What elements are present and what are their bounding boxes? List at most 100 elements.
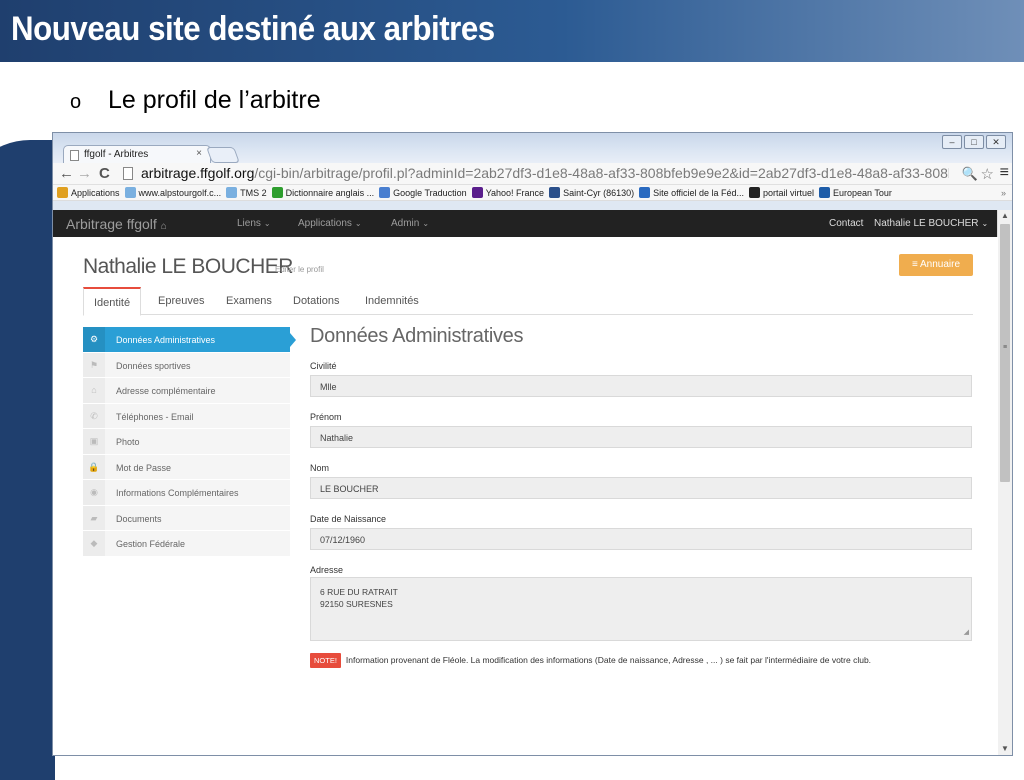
bookmark-label: portail virtuel <box>762 187 815 198</box>
sidebar-item-label: Mot de Passe <box>116 462 172 473</box>
sidebar-item-icon: ⚑ <box>83 352 105 377</box>
tab-indemnites[interactable]: Indemnités <box>365 295 419 307</box>
sidebar-item-icon: 🔒 <box>83 454 105 479</box>
window-controls: – □ ✕ <box>942 135 1006 149</box>
tab-epreuves[interactable]: Epreuves <box>158 295 204 307</box>
tab-dotations[interactable]: Dotations <box>293 295 339 307</box>
nom-label: Nom <box>310 463 330 473</box>
address-bar[interactable]: arbitrage.ffgolf.org/cgi-bin/arbitrage/p… <box>141 165 949 181</box>
bookmark-favicon-icon <box>639 187 651 198</box>
scrollbar-grip-icon: ≡ <box>1003 344 1008 351</box>
bookmark-favicon-icon <box>57 187 68 198</box>
bookmark-item[interactable]: Google Traduction <box>379 187 467 198</box>
bookmark-item[interactable]: European Tour <box>819 187 892 198</box>
nav-applications[interactable]: Applications ⌄ <box>298 218 362 229</box>
close-window-button[interactable]: ✕ <box>986 135 1006 149</box>
site-brand[interactable]: Arbitrage ffgolf ⌂ <box>66 216 167 232</box>
bookmark-favicon-icon <box>549 187 561 198</box>
bookmark-item[interactable]: Applications <box>57 187 120 198</box>
sidebar-item-label: Photo <box>116 437 140 447</box>
bookmark-label: TMS 2 <box>240 187 267 198</box>
civilite-label: Civilité <box>310 361 337 371</box>
adresse-line-2: 92150 SURESNES <box>320 599 393 609</box>
nav-user-menu[interactable]: Nathalie LE BOUCHER ⌄ <box>874 218 988 229</box>
resize-handle-icon[interactable]: ◢ <box>964 627 969 639</box>
forward-arrow-icon[interactable]: → <box>77 165 92 183</box>
sidebar-item-icon: ▣ <box>83 429 105 454</box>
bookmarks-overflow-icon[interactable]: » <box>1001 188 1012 198</box>
nav-admin-label: Admin <box>391 218 420 229</box>
chevron-down-icon: ⌄ <box>354 219 362 228</box>
bookmark-item[interactable]: portail virtuel <box>748 187 815 198</box>
bookmark-favicon-icon <box>124 187 136 198</box>
bookmark-item[interactable]: TMS 2 <box>226 187 267 198</box>
bookmark-item[interactable]: Yahoo! France <box>471 187 544 198</box>
bookmark-label: European Tour <box>833 187 892 198</box>
bookmark-item[interactable]: Saint-Cyr (86130) <box>549 187 634 198</box>
adresse-field[interactable]: 6 RUE DU RATRAIT 92150 SURESNES ◢ <box>310 577 972 641</box>
url-host: arbitrage.ffgolf.org <box>141 165 255 181</box>
sidebar-item[interactable]: ⚙ Données Administratives <box>83 327 296 353</box>
sidebar-item[interactable]: ◉ Informations Complémentaires <box>83 480 290 506</box>
info-note: NOTE! Information provenant de Fléole. La… <box>310 653 871 668</box>
browser-menu-icon[interactable]: ≡ <box>1000 164 1009 182</box>
bookmark-item[interactable]: www.alpstourgolf.c... <box>124 187 221 198</box>
nom-field[interactable]: LE BOUCHER <box>310 477 972 499</box>
edit-profile-link[interactable]: Editer le profil <box>275 265 324 274</box>
browser-tab[interactable]: ffgolf - Arbitres × <box>63 145 211 164</box>
sidebar-item-icon: ⚙ <box>83 327 105 352</box>
browser-tab-title: ffgolf - Arbitres <box>84 149 149 160</box>
sidebar-item-icon: ▰ <box>83 505 105 530</box>
bookmark-favicon-icon <box>271 187 283 198</box>
close-tab-icon[interactable]: × <box>196 148 202 159</box>
reload-icon[interactable]: C <box>99 165 110 183</box>
bookmarks-bar: Applications www.alpstourgolf.c... TMS 2 Di… <box>53 185 1012 201</box>
tab-identite[interactable]: Identité <box>83 287 142 316</box>
bookmark-item[interactable]: Dictionnaire anglais ... <box>271 187 374 198</box>
nav-admin[interactable]: Admin ⌄ <box>391 218 429 229</box>
slide-decoration <box>0 140 55 780</box>
sidebar-item-icon: ✆ <box>83 403 105 428</box>
sidebar-item[interactable]: ✆ Téléphones - Email <box>83 403 290 429</box>
maximize-button[interactable]: □ <box>964 135 984 149</box>
naissance-label: Date de Naissance <box>310 514 387 524</box>
sidebar-item[interactable]: ▣ Photo <box>83 429 290 455</box>
bookmark-item[interactable]: Site officiel de la Féd... <box>639 187 744 198</box>
bookmark-label: Saint-Cyr (86130) <box>563 187 635 198</box>
scrollbar-thumb[interactable] <box>1000 224 1010 482</box>
scroll-up-icon[interactable]: ▲ <box>1001 211 1009 220</box>
nav-contact[interactable]: Contact <box>829 218 863 229</box>
nav-liens[interactable]: Liens ⌄ <box>237 218 271 229</box>
prenom-field[interactable]: Nathalie <box>310 426 972 448</box>
new-tab-button[interactable] <box>206 147 240 163</box>
sidebar-item[interactable]: ⌂ Adresse complémentaire <box>83 378 290 404</box>
sidebar-item[interactable]: ⚑ Données sportives <box>83 352 290 378</box>
sidebar-item[interactable]: ▰ Documents <box>83 505 290 531</box>
scroll-down-icon[interactable]: ▼ <box>1001 744 1009 753</box>
site-navbar: Arbitrage ffgolf ⌂ Liens ⌄ Applications ⌄ … <box>53 210 998 237</box>
zoom-icon[interactable]: 🔍 <box>962 166 978 182</box>
sidebar-item[interactable]: 🔒 Mot de Passe <box>83 454 290 480</box>
naissance-field[interactable]: 07/12/1960 <box>310 528 972 550</box>
note-badge: NOTE! <box>310 653 341 668</box>
bookmark-label: Site officiel de la Féd... <box>653 187 744 198</box>
sidebar-item-label: Données sportives <box>116 360 191 371</box>
sidebar-item-icon: ◆ <box>83 531 105 556</box>
annuaire-button[interactable]: ≡ Annuaire <box>899 254 973 276</box>
profile-page: Nathalie LE BOUCHER Editer le profil ≡ A… <box>53 237 998 755</box>
chevron-down-icon: ⌄ <box>422 219 430 228</box>
site-brand-label: Arbitrage ffgolf <box>66 216 157 232</box>
civilite-field[interactable]: Mlle <box>310 375 972 397</box>
bookmark-star-icon[interactable]: ☆ <box>981 165 994 183</box>
page-scrollbar[interactable]: ▲ ≡ ▼ <box>997 210 1012 755</box>
sidebar-item[interactable]: ◆ Gestion Fédérale <box>83 531 290 557</box>
bookmark-favicon-icon <box>471 187 483 198</box>
prenom-label: Prénom <box>310 412 342 422</box>
minimize-button[interactable]: – <box>942 135 962 149</box>
slide-bullet: o <box>70 91 82 113</box>
back-arrow-icon[interactable]: ← <box>59 165 74 183</box>
note-text: Information provenant de Fléole. La modi… <box>345 655 872 665</box>
tab-examens[interactable]: Examens <box>226 295 272 307</box>
sidebar-item-label: Documents <box>116 513 162 524</box>
nav-user-label: Nathalie LE BOUCHER <box>874 218 979 229</box>
